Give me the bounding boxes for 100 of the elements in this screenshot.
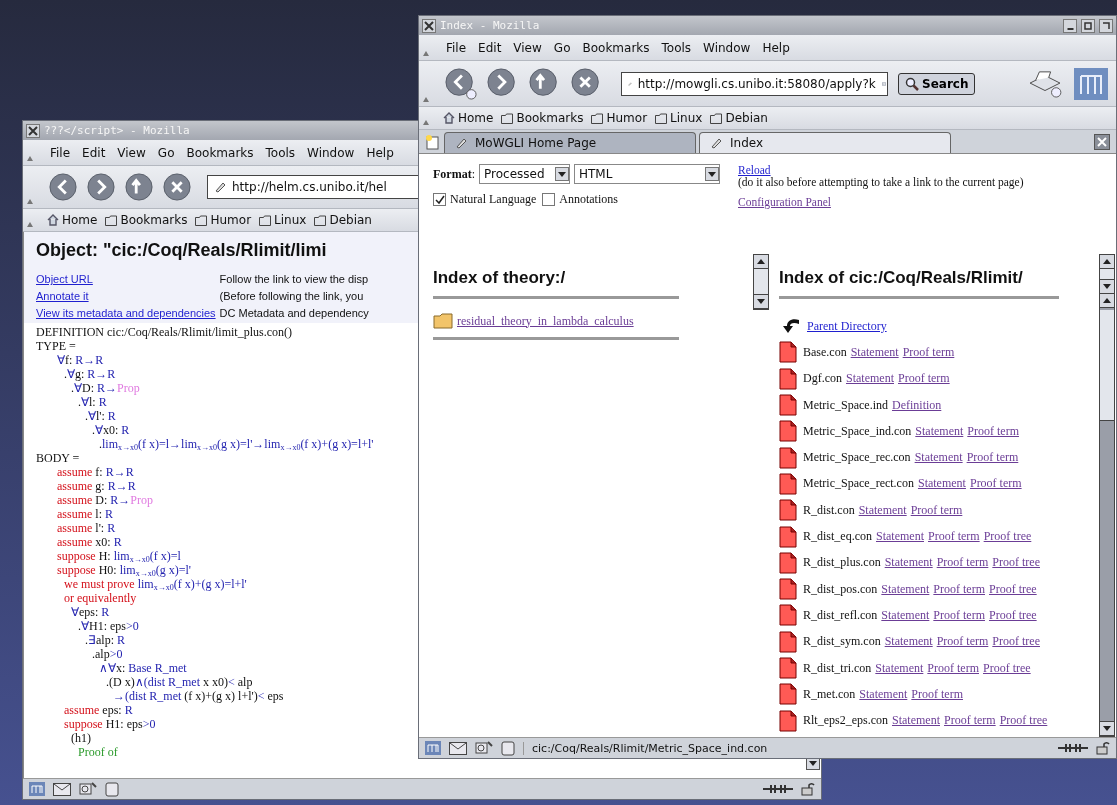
page-link[interactable]: Object URL bbox=[36, 273, 93, 285]
index-link[interactable]: Statement bbox=[875, 660, 924, 676]
theory-link[interactable]: residual_theory_in_lambda_calculus bbox=[457, 313, 634, 329]
bookmark-item[interactable]: Home bbox=[47, 213, 98, 227]
menu-item[interactable]: Edit bbox=[81, 144, 107, 161]
grip-icon[interactable] bbox=[27, 222, 33, 227]
book-icon[interactable] bbox=[501, 740, 515, 756]
minimize-button[interactable] bbox=[1063, 18, 1077, 33]
index-link[interactable]: Proof term bbox=[967, 423, 1019, 439]
menu-item[interactable]: Help bbox=[365, 144, 395, 161]
menu-item[interactable]: Tools bbox=[660, 39, 693, 56]
index-link[interactable]: Proof term bbox=[910, 502, 963, 518]
index-link[interactable]: Proof tree bbox=[983, 660, 1031, 676]
scrollbar[interactable] bbox=[1099, 254, 1115, 737]
mail-icon[interactable] bbox=[449, 741, 467, 755]
menu-item[interactable]: Edit bbox=[477, 39, 503, 56]
menu-item[interactable]: Tools bbox=[264, 144, 297, 161]
logo-icon[interactable] bbox=[425, 741, 441, 755]
bookmark-item[interactable]: Debian bbox=[314, 213, 372, 227]
page-link[interactable]: Annotate it bbox=[36, 290, 89, 302]
url-field[interactable]: http://mowgli.cs.unibo.it:58080/apply?k bbox=[621, 71, 888, 96]
index-link[interactable]: Proof term bbox=[933, 581, 985, 597]
index-link[interactable]: Statement bbox=[884, 634, 933, 650]
index-link[interactable]: Statement bbox=[858, 502, 907, 518]
bookmark-item[interactable]: Home bbox=[443, 111, 494, 125]
composer-icon[interactable] bbox=[475, 741, 493, 755]
logo-icon[interactable] bbox=[29, 782, 45, 796]
lock-icon[interactable] bbox=[801, 782, 815, 796]
menu-item[interactable]: File bbox=[49, 144, 72, 161]
index-link[interactable]: Parent Directory bbox=[807, 318, 887, 334]
mail-icon[interactable] bbox=[53, 782, 71, 796]
index-link[interactable]: Statement bbox=[881, 581, 930, 597]
index-link[interactable]: Statement bbox=[850, 344, 899, 360]
configuration-link[interactable]: Configuration Panel bbox=[738, 196, 831, 208]
index-link[interactable]: Statement bbox=[917, 476, 966, 492]
maximize-button[interactable] bbox=[1081, 18, 1095, 33]
index-link[interactable]: Proof tree bbox=[989, 581, 1037, 597]
index-link[interactable]: Proof tree bbox=[992, 555, 1040, 571]
grip-icon[interactable] bbox=[27, 199, 33, 204]
lock-icon[interactable] bbox=[1096, 741, 1110, 755]
grip-icon[interactable] bbox=[423, 97, 429, 102]
search-button[interactable]: Search bbox=[898, 72, 976, 95]
reload-button[interactable] bbox=[125, 173, 153, 201]
index-link[interactable]: Statement bbox=[884, 555, 933, 571]
url-field[interactable]: http://helm.cs.unibo.it/hel bbox=[207, 175, 419, 199]
tab[interactable]: MoWGLI Home Page bbox=[444, 132, 696, 153]
index-link[interactable]: Statement bbox=[876, 529, 924, 544]
menu-item[interactable]: View bbox=[116, 144, 147, 161]
index-link[interactable]: Proof tree bbox=[989, 607, 1037, 623]
grip-icon[interactable] bbox=[423, 51, 429, 56]
index-link[interactable]: Proof term bbox=[966, 450, 1019, 466]
index-link[interactable]: Statement bbox=[915, 423, 964, 439]
close-tab-button[interactable] bbox=[1094, 133, 1110, 150]
bookmark-item[interactable]: Debian bbox=[710, 111, 768, 125]
bookmark-item[interactable]: Humor bbox=[591, 111, 648, 125]
bookmark-item[interactable]: Bookmarks bbox=[105, 213, 188, 227]
index-link[interactable]: Proof term bbox=[911, 686, 963, 702]
scrollbar[interactable] bbox=[753, 254, 769, 310]
menu-item[interactable]: Bookmarks bbox=[185, 144, 255, 161]
back-button[interactable] bbox=[445, 67, 477, 100]
bookmark-item[interactable]: Linux bbox=[259, 213, 307, 227]
index-link[interactable]: Proof term bbox=[944, 713, 996, 729]
close-button[interactable] bbox=[422, 18, 436, 33]
index-link[interactable]: Proof term bbox=[927, 660, 979, 676]
stop-button[interactable] bbox=[163, 173, 191, 201]
index-link[interactable]: Proof term bbox=[902, 344, 955, 360]
format-select[interactable]: HTML bbox=[574, 164, 720, 184]
close-button[interactable] bbox=[26, 123, 40, 138]
book-icon[interactable] bbox=[105, 781, 119, 797]
index-link[interactable]: Statement bbox=[914, 450, 963, 466]
tab[interactable]: Index bbox=[699, 132, 951, 153]
menu-item[interactable]: Window bbox=[702, 39, 752, 56]
index-link[interactable]: Proof term bbox=[936, 634, 989, 650]
index-link[interactable]: Proof tree bbox=[992, 634, 1040, 650]
checkbox[interactable] bbox=[433, 193, 446, 206]
menu-item[interactable]: View bbox=[512, 39, 543, 56]
back-button[interactable] bbox=[49, 173, 77, 201]
index-link[interactable]: Proof term bbox=[936, 555, 989, 571]
index-link[interactable]: Statement bbox=[892, 713, 940, 729]
menu-item[interactable]: Window bbox=[306, 144, 356, 161]
grip-icon[interactable] bbox=[423, 120, 429, 125]
index-link[interactable]: Proof term bbox=[928, 529, 980, 544]
index-link[interactable]: Proof term bbox=[933, 607, 985, 623]
bookmark-item[interactable]: Linux bbox=[655, 111, 703, 125]
menu-item[interactable]: Go bbox=[156, 144, 176, 161]
menu-item[interactable]: File bbox=[445, 39, 468, 56]
new-tab-icon[interactable] bbox=[425, 133, 441, 150]
reload-link[interactable]: Reload bbox=[738, 164, 771, 176]
index-link[interactable]: Statement bbox=[846, 371, 894, 387]
menu-item[interactable]: Bookmarks bbox=[581, 39, 651, 56]
menu-item[interactable]: Go bbox=[552, 39, 572, 56]
checkbox[interactable] bbox=[542, 193, 556, 206]
index-link[interactable]: Proof tree bbox=[983, 529, 1032, 544]
restore-button[interactable] bbox=[1099, 18, 1113, 33]
menu-item[interactable]: Help bbox=[761, 39, 791, 56]
composer-icon[interactable] bbox=[79, 782, 97, 796]
page-link[interactable]: View its metadata and dependencies bbox=[36, 307, 216, 319]
index-link[interactable]: Statement bbox=[881, 607, 930, 623]
bookmark-item[interactable]: Bookmarks bbox=[501, 111, 584, 125]
forward-button[interactable] bbox=[87, 173, 115, 201]
